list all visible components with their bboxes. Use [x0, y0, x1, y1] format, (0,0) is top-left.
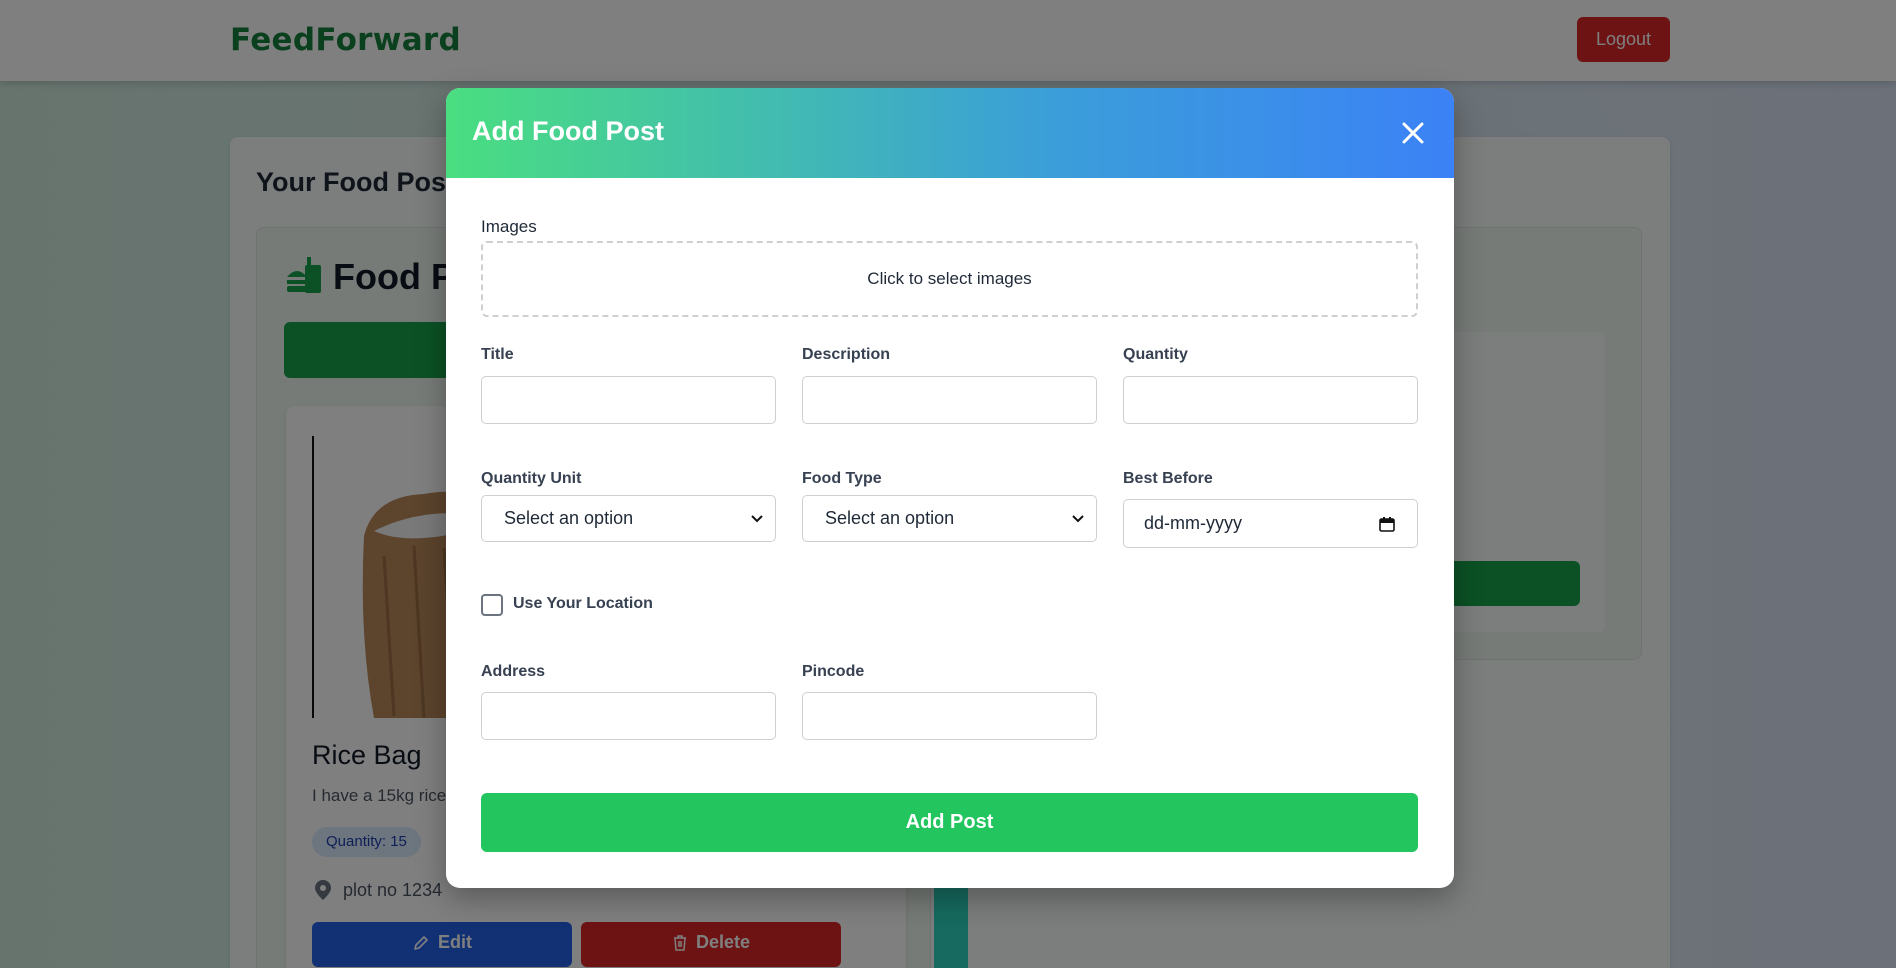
calendar-icon[interactable]: [1379, 516, 1395, 532]
best-before-date-input[interactable]: dd-mm-yyyy: [1123, 499, 1418, 548]
pincode-input[interactable]: [802, 692, 1097, 740]
close-icon: [1402, 122, 1424, 144]
description-label: Description: [802, 346, 891, 363]
close-button[interactable]: [1396, 116, 1430, 150]
images-label: Images: [481, 217, 537, 236]
food-type-label: Food Type: [802, 470, 882, 487]
quantity-label: Quantity: [1123, 346, 1188, 363]
title-label: Title: [481, 346, 514, 363]
quantity-unit-label: Quantity Unit: [481, 470, 582, 487]
modal-title: Add Food Post: [472, 116, 664, 146]
image-dropzone[interactable]: Click to select images: [481, 241, 1418, 317]
modal-header: Add Food Post: [446, 88, 1454, 178]
quantity-input[interactable]: [1123, 376, 1418, 424]
add-post-button[interactable]: Add Post: [481, 793, 1418, 852]
quantity-unit-select[interactable]: Select an option: [481, 495, 776, 542]
pincode-label: Pincode: [802, 663, 865, 680]
food-type-select[interactable]: Select an option: [802, 495, 1097, 542]
use-location-checkbox[interactable]: [481, 594, 503, 616]
food-type-value: Select an option: [825, 508, 955, 528]
title-input[interactable]: [481, 376, 776, 424]
use-location-label[interactable]: Use Your Location: [513, 595, 653, 613]
best-before-label: Best Before: [1123, 470, 1213, 487]
dropzone-text: Click to select images: [867, 269, 1032, 288]
best-before-placeholder: dd-mm-yyyy: [1144, 513, 1242, 533]
chevron-down-icon: [1072, 514, 1084, 522]
add-food-post-modal: Add Food Post Images Click to select ima…: [446, 88, 1454, 888]
quantity-unit-value: Select an option: [504, 508, 634, 528]
address-input[interactable]: [481, 692, 776, 740]
description-input[interactable]: [802, 376, 1097, 424]
address-label: Address: [481, 663, 546, 680]
chevron-down-icon: [751, 514, 763, 522]
